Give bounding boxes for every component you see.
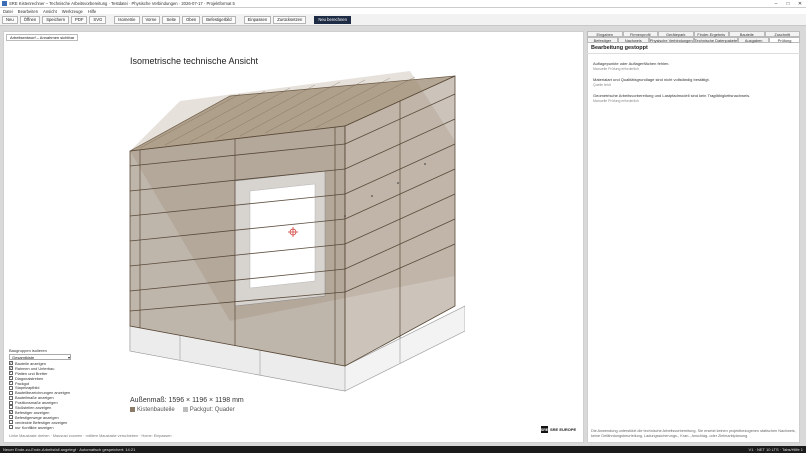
- tab-pruefung[interactable]: Prüfung: [769, 37, 800, 43]
- checkbox-icon[interactable]: [9, 390, 13, 395]
- status-left: Neuer Ende-zu-Ende-Arbeitsfall angelegt …: [3, 447, 136, 452]
- minimize-button[interactable]: –: [770, 0, 782, 8]
- group-filter-panel: Baugruppen isolieren Gesamtkiste ▾ ✓ Baute…: [9, 348, 71, 430]
- maximize-button[interactable]: □: [782, 0, 794, 8]
- checkbox-icon[interactable]: [9, 420, 13, 425]
- fastener-view-button[interactable]: Befestigerbild: [202, 15, 236, 24]
- view-title: Isometrische technische Ansicht: [130, 56, 259, 66]
- top-button[interactable]: Oben: [182, 15, 201, 24]
- app-icon: [2, 1, 7, 6]
- checkbox-icon[interactable]: [9, 395, 13, 400]
- panel-tabs-bottom: Befestiger Nachweis Physische Verbindung…: [587, 37, 800, 43]
- check-message: Geometrische Arbeitsvorbereitung und Las…: [593, 93, 751, 103]
- save-button[interactable]: Speichern: [42, 15, 70, 24]
- window-title: SRE Kistenrechner – Technische Arbeitsvo…: [9, 1, 235, 6]
- legend: Kistenbauteile Packgut: Quader: [130, 407, 235, 413]
- close-button[interactable]: ✕: [794, 0, 806, 8]
- tab-befestiger[interactable]: Befestiger: [587, 37, 618, 43]
- menu-file[interactable]: Datei: [3, 9, 13, 14]
- group-option-label: nur Konflikte anzeigen: [15, 424, 54, 430]
- group-option[interactable]: nur Konflikte anzeigen: [9, 425, 71, 430]
- legend-item-goods: Packgut: Quader: [182, 407, 235, 413]
- new-button[interactable]: Neu: [2, 15, 18, 24]
- toolbar: Neu Öffnen Speichern PDF SVG Isometrie V…: [0, 14, 806, 26]
- menu-view[interactable]: Ansicht: [43, 9, 57, 14]
- group-filter-heading: Baugruppen isolieren: [9, 348, 47, 353]
- side-button[interactable]: Seite: [162, 15, 180, 24]
- group-select[interactable]: Gesamtkiste ▾: [9, 354, 71, 360]
- chevron-down-icon: ▾: [67, 354, 70, 360]
- open-button[interactable]: Öffnen: [19, 15, 41, 24]
- menu-help[interactable]: Hilfe: [88, 9, 96, 14]
- legend-item-crate: Kistenbauteile: [130, 407, 175, 413]
- isometric-button[interactable]: Isometrie: [114, 15, 140, 24]
- title-bar: SRE Kistenrechner – Technische Arbeitsvo…: [0, 0, 806, 8]
- svg-button[interactable]: SVG: [89, 15, 107, 24]
- tab-nachweis[interactable]: Nachweis: [617, 37, 649, 43]
- front-button[interactable]: Vorne: [141, 15, 161, 24]
- checkbox-checked-icon[interactable]: ✓: [9, 361, 13, 366]
- menu-tools[interactable]: Werkzeuge: [62, 9, 83, 14]
- navigation-hint: Linke Maustaste drehen · Mausrad zoomen …: [9, 434, 172, 438]
- checkbox-checked-icon[interactable]: ✓: [9, 410, 13, 415]
- view-tab[interactable]: Arbeitsentwurf – Annahmen sichtbar: [6, 34, 79, 41]
- checkbox-icon[interactable]: [9, 385, 13, 390]
- status-bar: Neuer Ende-zu-Ende-Arbeitsfall angelegt …: [0, 446, 806, 453]
- checkbox-icon[interactable]: [9, 425, 13, 430]
- menu-edit[interactable]: Bearbeiten: [18, 9, 38, 14]
- sre-logo-icon: SRE: [540, 426, 549, 433]
- check-message: Auflagepunkte oder Auflagerflächen fehle…: [593, 61, 670, 71]
- check-message: Materialart und Qualitätsgrundlage sind …: [593, 77, 710, 87]
- brand-logo: SRE SRE EUROPE: [540, 426, 577, 433]
- tab-ausgaben[interactable]: Ausgaben: [738, 37, 770, 43]
- checkbox-checked-icon[interactable]: ✓: [9, 381, 13, 385]
- crate-model[interactable]: [120, 66, 465, 396]
- fit-button[interactable]: Einpassen: [243, 15, 272, 24]
- checkbox-icon[interactable]: [9, 415, 13, 420]
- panel-heading: Bearbeitung gestoppt: [591, 45, 648, 51]
- tab-physische-verbindungen[interactable]: Physische Verbindungen: [648, 37, 694, 43]
- pdf-button[interactable]: PDF: [71, 15, 88, 24]
- disclaimer: Die Anwendung unterstützt die technische…: [591, 429, 796, 438]
- reset-button[interactable]: Zurücksetzen: [273, 15, 307, 24]
- tab-datenpakete[interactable]: Technische Datenpakete: [693, 37, 739, 43]
- checkbox-icon[interactable]: [9, 400, 13, 405]
- status-right: V1 · NET 10 LTS · Tabs/Hilfe 1: [748, 447, 803, 452]
- outer-dimensions: Außenmaß: 1596 × 1196 × 1198 mm: [130, 397, 244, 404]
- recalculate-button[interactable]: Neu berechnen: [314, 15, 351, 24]
- checkbox-icon[interactable]: [9, 405, 13, 410]
